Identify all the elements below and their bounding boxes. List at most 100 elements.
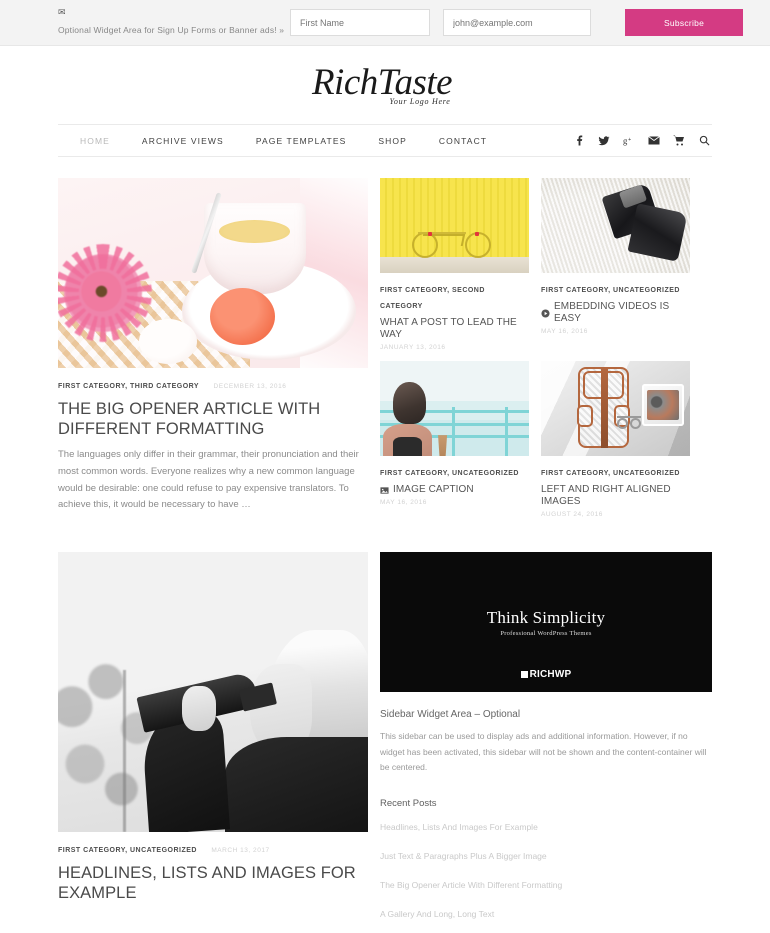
backpack-strap xyxy=(600,366,609,449)
grid-post-2-categories[interactable]: FIRST CATEGORY, UNCATEGORIZED xyxy=(541,287,680,294)
grid-post-4-title[interactable]: LEFT AND RIGHT ALIGNED IMAGES xyxy=(541,484,690,508)
person-top xyxy=(393,437,422,456)
email-icon[interactable] xyxy=(648,135,660,147)
grid-post-2-title-text: EMBEDDING VIDEOS IS EASY xyxy=(554,301,670,324)
grid-post-3-title-text: IMAGE CAPTION xyxy=(393,484,474,495)
grid-post-1: FIRST CATEGORY, SECOND CATEGORY WHAT A P… xyxy=(380,178,529,351)
main-navigation: HOME ARCHIVE VIEWS PAGE TEMPLATES SHOP C… xyxy=(58,124,712,157)
grid-post-3-image[interactable] xyxy=(380,361,529,456)
recent-post-link-3[interactable]: The Big Opener Article With Different Fo… xyxy=(380,880,562,890)
twitter-icon[interactable] xyxy=(598,135,610,147)
nav-item-contact[interactable]: CONTACT xyxy=(423,136,503,146)
social-icon-bar: g + xyxy=(573,135,712,147)
hero-flower xyxy=(64,254,143,332)
top-widget-text-block: ✉ Optional Widget Area for Sign Up Forms… xyxy=(58,6,290,38)
backpack-pocket-left xyxy=(576,404,594,428)
top-widget-bar: ✉ Optional Widget Area for Sign Up Forms… xyxy=(0,0,770,46)
nav-item-home[interactable]: HOME xyxy=(58,136,126,146)
featured-meta: FIRST CATEGORY, THIRD CATEGORY DECEMBER … xyxy=(58,376,368,392)
nav-links: HOME ARCHIVE VIEWS PAGE TEMPLATES SHOP C… xyxy=(58,136,503,146)
grid-post-1-categories[interactable]: FIRST CATEGORY, SECOND CATEGORY xyxy=(380,287,485,310)
bottom-post-image[interactable] xyxy=(58,552,368,832)
post-grid: FIRST CATEGORY, SECOND CATEGORY WHAT A P… xyxy=(380,178,712,518)
svg-text:+: + xyxy=(628,137,631,143)
envelope-icon: ✉ xyxy=(58,6,66,17)
post-grid-row-2: FIRST CATEGORY, UNCATEGORIZED IMAGE CAPT… xyxy=(380,361,712,518)
bottom-post-date: MARCH 13, 2017 xyxy=(211,847,270,854)
grid-post-2-title[interactable]: EMBEDDING VIDEOS IS EASY xyxy=(541,301,690,325)
grid-post-3-meta: FIRST CATEGORY, UNCATEGORIZED xyxy=(380,463,529,479)
grid-post-4-categories[interactable]: FIRST CATEGORY, UNCATEGORIZED xyxy=(541,470,680,477)
site-header: RichTaste Your Logo Here xyxy=(0,46,770,124)
bicycle-shape xyxy=(410,220,493,258)
ad-subtitle: Professional WordPress Themes xyxy=(500,629,592,637)
list-item: Headlines, Lists And Images For Example xyxy=(380,817,712,835)
subscribe-form: Subscribe xyxy=(290,9,743,36)
recent-post-link-4[interactable]: A Gallery And Long, Long Text xyxy=(380,909,494,919)
search-icon[interactable] xyxy=(698,135,710,147)
bottom-post: FIRST CATEGORY, UNCATEGORIZED MARCH 13, … xyxy=(58,552,368,933)
sidebar-widget-title: Sidebar Widget Area – Optional xyxy=(380,709,521,720)
logo-title: RichTaste xyxy=(311,62,453,103)
post-grid-row-1: FIRST CATEGORY, SECOND CATEGORY WHAT A P… xyxy=(380,178,712,351)
featured-post: FIRST CATEGORY, THIRD CATEGORY DECEMBER … xyxy=(58,178,368,518)
grid-post-2-meta: FIRST CATEGORY, UNCATEGORIZED xyxy=(541,280,690,296)
recent-post-link-1[interactable]: Headlines, Lists And Images For Example xyxy=(380,822,538,832)
recent-posts-list: Headlines, Lists And Images For Example … xyxy=(380,817,712,922)
grid-post-4: FIRST CATEGORY, UNCATEGORIZED LEFT AND R… xyxy=(541,361,690,518)
grid-post-2: FIRST CATEGORY, UNCATEGORIZED EMBEDDING … xyxy=(541,178,690,351)
grid-post-3-categories[interactable]: FIRST CATEGORY, UNCATEGORIZED xyxy=(380,470,519,477)
grid-post-1-date: JANUARY 13, 2016 xyxy=(380,344,446,351)
sidebar-ad-banner[interactable]: Think Simplicity Professional WordPress … xyxy=(380,552,712,692)
featured-categories[interactable]: FIRST CATEGORY, THIRD CATEGORY xyxy=(58,383,199,390)
svg-text:g: g xyxy=(623,136,628,146)
tray-food xyxy=(647,389,680,420)
railing-post-2 xyxy=(505,406,509,456)
nav-item-page-templates[interactable]: PAGE TEMPLATES xyxy=(240,136,363,146)
grid-post-4-date: AUGUST 24, 2016 xyxy=(541,511,603,518)
recent-post-link-2[interactable]: Just Text & Paragraphs Plus A Bigger Ima… xyxy=(380,851,547,861)
hero-tea xyxy=(219,219,291,243)
person-head xyxy=(393,381,427,424)
bottom-post-categories[interactable]: FIRST CATEGORY, UNCATEGORIZED xyxy=(58,847,197,854)
ad-brand-text: RICHWP xyxy=(529,669,572,680)
nav-item-shop[interactable]: SHOP xyxy=(362,136,423,146)
featured-post-image[interactable] xyxy=(58,178,368,368)
grid-post-2-image[interactable] xyxy=(541,178,690,273)
featured-title[interactable]: THE BIG OPENER ARTICLE WITH DIFFERENT FO… xyxy=(58,399,368,439)
grid-post-2-date: MAY 16, 2016 xyxy=(541,328,588,335)
brand-square-icon xyxy=(520,671,528,678)
cart-icon[interactable] xyxy=(673,135,685,147)
sidebar-widget-text: This sidebar can be used to display ads … xyxy=(380,731,707,773)
subscribe-button[interactable]: Subscribe xyxy=(625,9,743,36)
top-widget-text: Optional Widget Area for Sign Up Forms o… xyxy=(58,24,285,35)
site-logo[interactable]: RichTaste Your Logo Here xyxy=(312,64,458,106)
grid-post-4-image[interactable] xyxy=(541,361,690,456)
first-name-input[interactable] xyxy=(290,9,430,36)
video-icon xyxy=(541,308,550,318)
list-item: The Big Opener Article With Different Fo… xyxy=(380,875,712,893)
facebook-icon[interactable] xyxy=(573,135,585,147)
bottom-post-title[interactable]: HEADLINES, LISTS AND IMAGES FOR EXAMPLE xyxy=(58,863,368,903)
google-plus-icon[interactable]: g + xyxy=(623,135,635,147)
featured-date: DECEMBER 13, 2016 xyxy=(213,383,287,390)
grid-post-1-image[interactable] xyxy=(380,178,529,273)
wall-floor xyxy=(380,256,529,273)
grid-post-1-title[interactable]: WHAT A POST TO LEAD THE WAY xyxy=(380,317,529,341)
image-icon xyxy=(380,486,389,495)
person-torso xyxy=(225,736,368,832)
railing-post-1 xyxy=(451,406,455,456)
grid-post-4-meta: FIRST CATEGORY, UNCATEGORIZED xyxy=(541,463,690,479)
breakfast-tray xyxy=(642,383,685,426)
ad-brand: RICHWP xyxy=(380,669,712,680)
grid-post-3: FIRST CATEGORY, UNCATEGORIZED IMAGE CAPT… xyxy=(380,361,529,518)
featured-excerpt: The languages only differ in their gramm… xyxy=(58,449,359,511)
grid-post-4-title-text: LEFT AND RIGHT ALIGNED IMAGES xyxy=(541,484,671,507)
list-item: A Gallery And Long, Long Text xyxy=(380,904,712,922)
hero-macaron xyxy=(209,288,275,346)
grid-post-3-title[interactable]: IMAGE CAPTION xyxy=(380,484,529,496)
hero-cup xyxy=(203,202,306,294)
featured-section: FIRST CATEGORY, THIRD CATEGORY DECEMBER … xyxy=(58,157,712,518)
email-input[interactable] xyxy=(443,9,591,36)
nav-item-archive-views[interactable]: ARCHIVE VIEWS xyxy=(126,136,240,146)
